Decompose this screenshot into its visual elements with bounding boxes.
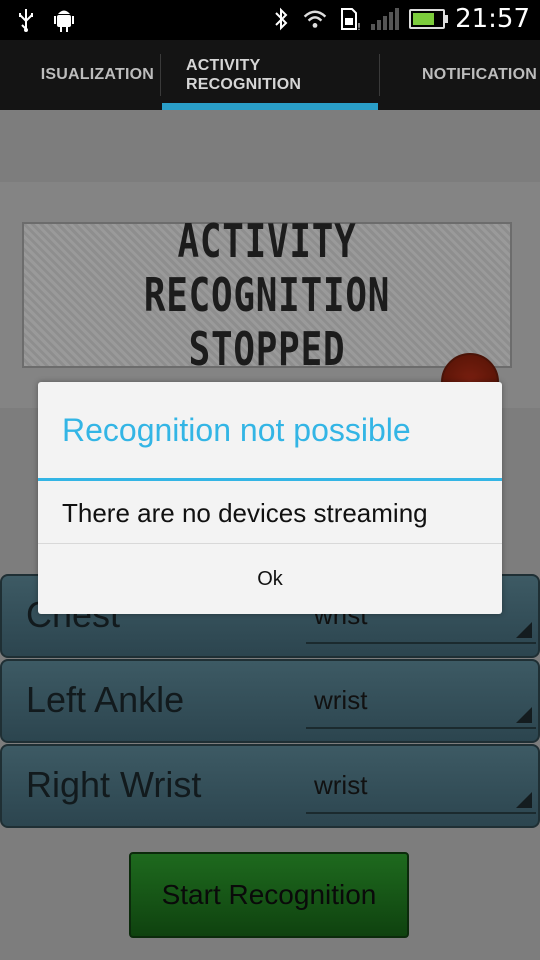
tab-notification[interactable]: NOTIFICATION <box>380 40 540 110</box>
signal-icon <box>371 8 400 30</box>
status-stamp-line1: ACTIVITY RECOGNITION <box>143 214 391 322</box>
status-stamp-text: ACTIVITY RECOGNITION STOPPED <box>77 214 456 376</box>
tab-label: NOTIFICATION <box>422 66 537 83</box>
status-stamp-line2: STOPPED <box>188 322 346 376</box>
svg-text:!: ! <box>357 22 360 32</box>
sensor-row-left-ankle: Left Ankle wrist <box>0 659 540 743</box>
dialog-title: Recognition not possible <box>62 412 411 448</box>
tab-bar: ISUALIZATION ACTIVITY RECOGNITION NOTIFI… <box>0 40 540 110</box>
sensor-label: Right Wrist <box>26 764 202 805</box>
status-stamp: ACTIVITY RECOGNITION STOPPED <box>22 214 512 376</box>
tab-activity-recognition[interactable]: ACTIVITY RECOGNITION <box>162 40 378 110</box>
placement-dropdown[interactable]: wrist <box>306 677 536 729</box>
wifi-icon <box>303 5 327 33</box>
android-debug-icon <box>52 6 76 34</box>
start-recognition-button[interactable]: Start Recognition <box>129 852 409 938</box>
clock: 21:57 <box>455 4 530 34</box>
tab-label: ACTIVITY RECOGNITION <box>186 57 302 93</box>
placement-value: wrist <box>314 685 368 715</box>
bluetooth-icon <box>269 5 293 33</box>
alert-dialog: Recognition not possible There are no de… <box>38 382 502 614</box>
tab-divider <box>160 54 161 96</box>
dropdown-arrow-icon <box>516 707 532 723</box>
ok-button[interactable]: Ok <box>38 544 502 614</box>
battery-fill <box>413 13 435 25</box>
dialog-title-divider <box>38 478 502 481</box>
sd-card-icon: ! <box>337 5 361 33</box>
tab-visualization[interactable]: ISUALIZATION <box>0 40 160 110</box>
status-bar-right: ! 21:57 <box>269 4 530 34</box>
placement-value: wrist <box>314 770 368 800</box>
sensor-row-right-wrist: Right Wrist wrist <box>0 744 540 828</box>
battery-icon <box>409 9 449 29</box>
dialog-message: There are no devices streaming <box>62 498 428 528</box>
dropdown-arrow-icon <box>516 792 532 808</box>
tab-label: ISUALIZATION <box>40 66 154 83</box>
sensor-label: Left Ankle <box>26 679 185 720</box>
usb-icon <box>14 6 38 34</box>
placement-dropdown[interactable]: wrist <box>306 762 536 814</box>
status-bar-left <box>14 6 76 34</box>
status-bar: ! 21:57 <box>0 0 540 40</box>
dropdown-arrow-icon <box>516 622 532 638</box>
